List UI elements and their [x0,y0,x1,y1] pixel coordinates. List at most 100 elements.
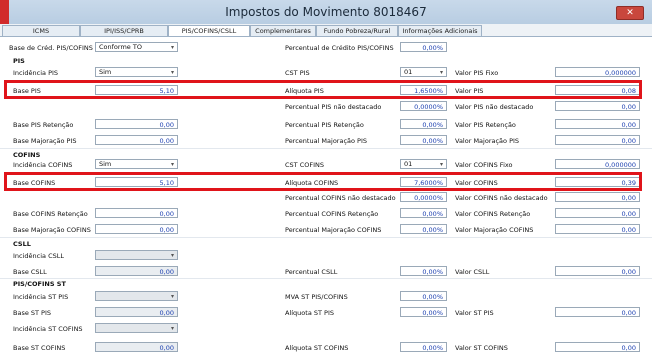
st-inc-cofins-label: Incidência ST COFINS [13,325,83,333]
st-valor-cofins-label: Valor ST COFINS [455,344,508,352]
pis-valor-maj-label: Valor Majoração PIS [455,137,520,145]
chevron-down-icon: ▾ [170,161,174,168]
cofins-valor-fixo-field[interactable]: 0,000000 [555,159,640,169]
pis-section-title: PIS [13,57,25,65]
pis-valor-nd-field[interactable]: 0,00 [555,101,640,111]
cofins-highlight-box [4,172,642,191]
close-icon: ✕ [626,8,634,18]
cofins-perc-maj-label: Percentual Majoração COFINS [285,226,382,234]
cofins-incidencia-label: Incidência COFINS [13,161,73,169]
cofins-perc-ret-field[interactable]: 0,00% [400,208,447,218]
section-divider [0,278,652,279]
st-mva-field[interactable]: 0,00% [400,291,447,301]
pis-base-ret-label: Base PIS Retenção [13,121,74,129]
pis-incidencia-select[interactable]: Sim ▾ [95,67,178,77]
perc-credito-label: Percentual de Crédito PIS/COFINS [285,44,394,52]
st-aliq-cofins-label: Alíquota ST COFINS [285,344,349,352]
cofins-section-title: COFINS [13,151,41,159]
cofins-base-maj-label: Base Majoração COFINS [13,226,91,234]
cofins-valor-ret-label: Valor COFINS Retenção [455,210,531,218]
st-aliq-pis-field[interactable]: 0,00% [400,307,447,317]
cofins-perc-maj-field[interactable]: 0,00% [400,224,447,234]
cofins-base-maj-field[interactable]: 0,00 [95,224,178,234]
csll-incidencia-select[interactable]: ▾ [95,250,178,260]
cofins-valor-maj-label: Valor Majoração COFINS [455,226,534,234]
cofins-valor-nd-field[interactable]: 0,00 [555,192,640,202]
cofins-base-ret-label: Base COFINS Retenção [13,210,88,218]
st-inc-pis-select[interactable]: ▾ [95,291,178,301]
st-valor-cofins-field[interactable]: 0,00 [555,342,640,352]
chevron-down-icon: ▾ [170,325,174,332]
pis-perc-ret-label: Percentual PIS Retenção [285,121,364,129]
st-valor-pis-field[interactable]: 0,00 [555,307,640,317]
chevron-down-icon: ▾ [170,44,174,51]
impostos-window: Impostos do Movimento 8018467 ✕ ICMS IPI… [0,0,652,364]
pis-perc-ret-field[interactable]: 0,00% [400,119,447,129]
pis-highlight-box [4,80,642,99]
st-base-cofins-label: Base ST COFINS [13,344,66,352]
pis-valor-fixo-field[interactable]: 0,000000 [555,67,640,77]
chevron-down-icon: ▾ [170,293,174,300]
cofins-cst-select[interactable]: 01 ▾ [400,159,447,169]
cofins-cst-label: CST COFINS [285,161,324,169]
st-base-pis-field[interactable]: 0,00 [95,307,178,317]
pis-incidencia-label: Incidência PIS [13,69,59,77]
csll-base-label: Base CSLL [13,268,47,276]
pis-cst-select[interactable]: 01 ▾ [400,67,447,77]
csll-perc-label: Percentual CSLL [285,268,338,276]
csll-valor-label: Valor CSLL [455,268,490,276]
pis-perc-nd-label: Percentual PIS não destacado [285,103,382,111]
st-valor-pis-label: Valor ST PIS [455,309,494,317]
chevron-down-icon: ▾ [170,69,174,76]
st-base-pis-label: Base ST PIS [13,309,52,317]
st-aliq-pis-label: Alíquota ST PIS [285,309,335,317]
pis-perc-maj-label: Percentual Majoração PIS [285,137,368,145]
csll-base-field[interactable]: 0,00 [95,266,178,276]
close-button[interactable]: ✕ [616,6,644,20]
pis-valor-ret-field[interactable]: 0,00 [555,119,640,129]
section-divider [0,148,652,149]
window-title: Impostos do Movimento 8018467 [225,5,427,19]
pis-valor-maj-field[interactable]: 0,00 [555,135,640,145]
pis-base-maj-field[interactable]: 0,00 [95,135,178,145]
pis-incidencia-value: Sim [99,68,112,76]
st-mva-label: MVA ST PIS/COFINS [285,293,348,301]
chevron-down-icon: ▾ [170,252,174,259]
cofins-valor-ret-field[interactable]: 0,00 [555,208,640,218]
pis-base-ret-field[interactable]: 0,00 [95,119,178,129]
pis-perc-maj-field[interactable]: 0,00% [400,135,447,145]
pis-valor-fixo-label: Valor PIS Fixo [455,69,499,77]
base-calc-label: Base de Créd. PIS/COFINS [9,44,93,52]
chevron-down-icon: ▾ [439,161,443,168]
perc-credito-field[interactable]: 0,00% [400,42,447,52]
pis-cst-label: CST PIS [285,69,310,77]
cofins-perc-nd-label: Percentual COFINS não destacado [285,194,396,202]
pis-base-maj-label: Base Majoração PIS [13,137,77,145]
csll-valor-field[interactable]: 0,00 [555,266,640,276]
base-calc-value: Conforme TO [99,43,142,51]
tab-content: Base de Créd. PIS/COFINS Conforme TO ▾ Pe… [0,37,652,364]
cofins-incidencia-select[interactable]: Sim ▾ [95,159,178,169]
section-divider [0,237,652,238]
cofins-valor-maj-field[interactable]: 0,00 [555,224,640,234]
st-inc-cofins-select[interactable]: ▾ [95,323,178,333]
chevron-down-icon: ▾ [439,69,443,76]
pis-perc-nd-field[interactable]: 0,0000% [400,101,447,111]
csll-section-title: CSLL [13,240,31,248]
st-aliq-cofins-field[interactable]: 0,00% [400,342,447,352]
title-bar: Impostos do Movimento 8018467 ✕ [0,0,652,24]
cofins-perc-nd-field[interactable]: 0,0000% [400,192,447,202]
csll-perc-field[interactable]: 0,00% [400,266,447,276]
cofins-base-ret-field[interactable]: 0,00 [95,208,178,218]
cofins-perc-ret-label: Percentual COFINS Retenção [285,210,379,218]
cofins-valor-nd-label: Valor COFINS não destacado [455,194,548,202]
cofins-cst-value: 01 [404,160,413,168]
cofins-incidencia-value: Sim [99,160,112,168]
base-calc-select[interactable]: Conforme TO ▾ [95,42,178,52]
st-inc-pis-label: Incidência ST PIS [13,293,69,301]
pis-valor-nd-label: Valor PIS não destacado [455,103,534,111]
st-base-cofins-field[interactable]: 0,00 [95,342,178,352]
st-section-title: PIS/COFINS ST [13,280,66,288]
csll-incidencia-label: Incidência CSLL [13,252,64,260]
pis-valor-ret-label: Valor PIS Retenção [455,121,516,129]
